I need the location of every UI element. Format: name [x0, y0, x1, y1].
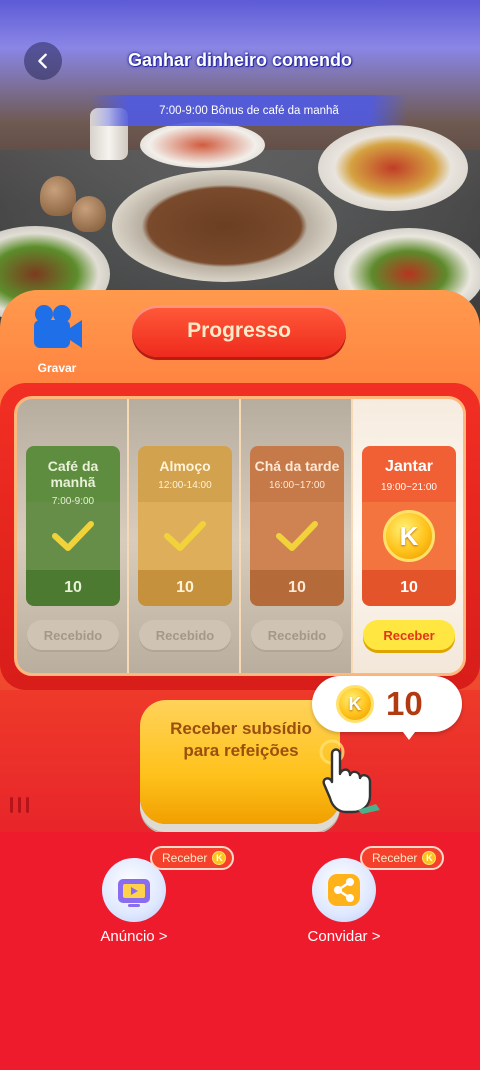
slot-afternoon-tea: Chá da tarde 16:00~17:00 10 Recebido: [241, 399, 351, 673]
cta-line-2: para refeições: [183, 741, 299, 760]
tag-label: Receber: [372, 851, 418, 865]
ad-reward-tag: Receber K: [150, 846, 235, 870]
video-camera-icon: [34, 305, 82, 348]
steak-plate: [112, 170, 337, 282]
tag-label: Receber: [162, 851, 208, 865]
reward-bubble: K 10: [312, 676, 462, 740]
meal-time: 19:00~21:00: [381, 482, 437, 493]
ad-action[interactable]: Anúncio >: [64, 858, 204, 945]
page-title: Ganhar dinheiro comendo: [127, 50, 353, 70]
pointing-hand-icon: [319, 739, 380, 814]
meal-reward: 10: [26, 570, 120, 606]
progress-title: Progresso: [132, 305, 346, 357]
received-button: Recebido: [27, 620, 119, 650]
meal-card-afternoon-tea: Chá da tarde 16:00~17:00 10: [250, 446, 344, 606]
reward-amount: 10: [386, 685, 423, 722]
record-label: Gravar: [37, 361, 77, 375]
cta-line-1: Receber subsídio: [170, 719, 312, 738]
vent-line: [18, 797, 21, 813]
invite-label[interactable]: Convidar >: [274, 928, 414, 945]
coin-icon: K: [383, 510, 435, 562]
vent-line: [10, 797, 13, 813]
meal-name: Almoço: [159, 458, 211, 474]
slot-lunch: Almoço 12:00-14:00 10 Recebido: [129, 399, 239, 673]
meal-slots: Café da manhã 7:00-9:00 10 Recebido Almo…: [14, 396, 466, 676]
meal-time: 16:00~17:00: [269, 480, 325, 491]
meal-time: 12:00-14:00: [158, 480, 212, 491]
meal-reward: 10: [362, 570, 456, 606]
salad-plate: [140, 122, 265, 168]
teapot: [40, 176, 76, 216]
check-icon: [164, 521, 206, 551]
invite-action[interactable]: Convidar >: [274, 858, 414, 945]
invite-reward-tag: Receber K: [360, 846, 445, 870]
vegetable-bowl: [318, 125, 468, 211]
meal-name: Café da manhã: [47, 458, 99, 490]
claim-meal-subsidy-label[interactable]: Receber subsídio para refeições: [150, 718, 332, 762]
meal-name: Jantar: [384, 458, 434, 475]
receive-button[interactable]: Receber: [363, 620, 455, 650]
meal-name: Chá da tarde: [254, 458, 340, 474]
share-icon: [328, 874, 360, 906]
meal-card-dinner: Jantar 19:00~21:00 K 10: [362, 446, 456, 606]
check-icon: [52, 521, 94, 551]
vent-line: [26, 797, 29, 813]
meal-reward: 10: [250, 570, 344, 606]
record-button[interactable]: Gravar: [28, 302, 86, 375]
meal-card-lunch: Almoço 12:00-14:00 10: [138, 446, 232, 606]
coin-icon: K: [212, 851, 227, 865]
check-icon: [276, 521, 318, 551]
received-button: Recebido: [139, 620, 231, 650]
received-button: Recebido: [251, 620, 343, 650]
slot-breakfast: Café da manhã 7:00-9:00 10 Recebido: [17, 399, 127, 673]
coin-icon: K: [336, 685, 374, 723]
meal-reward: 10: [138, 570, 232, 606]
tv-icon: [118, 879, 150, 907]
ad-label[interactable]: Anúncio >: [64, 928, 204, 945]
teapot: [72, 196, 106, 232]
meal-card-breakfast: Café da manhã 7:00-9:00 10: [26, 446, 120, 606]
coin-icon: K: [422, 851, 437, 865]
bonus-banner: 7:00-9:00 Bônus de café da manhã: [90, 95, 408, 126]
slot-dinner: Jantar 19:00~21:00 K 10 Receber: [353, 399, 463, 673]
